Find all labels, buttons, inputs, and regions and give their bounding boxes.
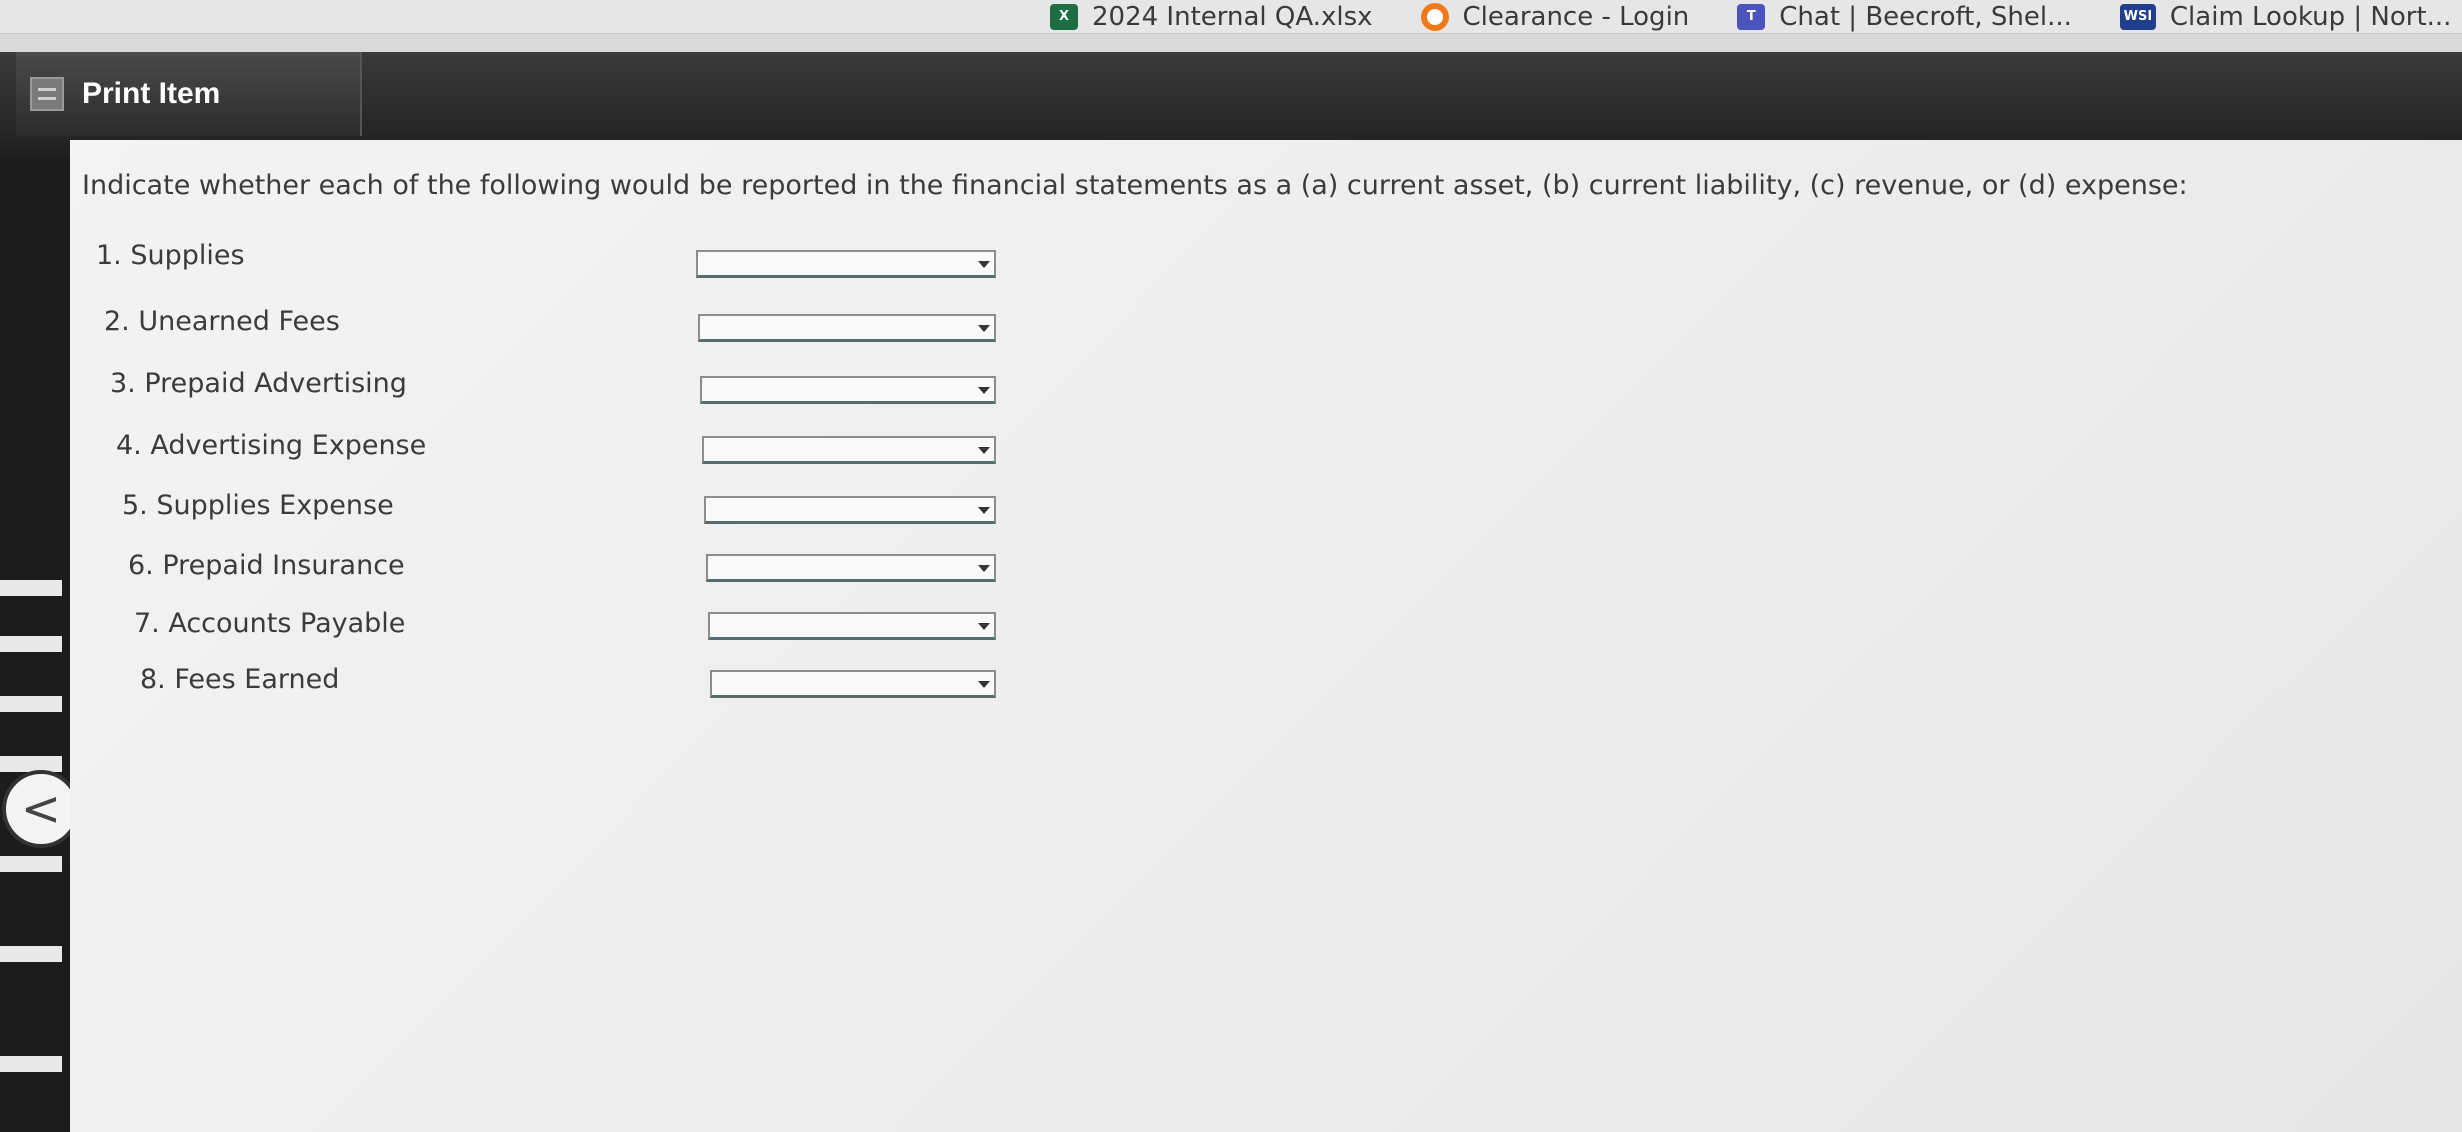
teams-icon: T xyxy=(1737,3,1766,30)
item-label: 3. Prepaid Advertising xyxy=(110,368,407,399)
item-label: 2. Unearned Fees xyxy=(104,306,340,337)
item-label: 8. Fees Earned xyxy=(140,664,340,695)
sidebar-divider xyxy=(0,856,62,872)
answer-dropdown-5[interactable] xyxy=(704,496,996,524)
answer-dropdown-2[interactable] xyxy=(698,314,996,342)
bookmark-label: 2024 Internal QA.xlsx xyxy=(1092,1,1373,32)
sidebar-divider xyxy=(0,756,62,772)
answer-dropdown-8[interactable] xyxy=(710,670,996,698)
question-item: 8. Fees Earned xyxy=(140,664,339,695)
bookmark-claim-lookup[interactable]: WSI Claim Lookup | Nort... xyxy=(2119,1,2452,32)
left-sidebar xyxy=(0,156,70,1132)
answer-dropdown-7[interactable] xyxy=(708,612,996,640)
sidebar-divider xyxy=(0,580,62,596)
dropdown-arrow-icon xyxy=(978,387,990,394)
question-item: 7. Accounts Payable xyxy=(134,608,405,639)
item-label: 5. Supplies Expense xyxy=(122,490,394,521)
bookmark-internal-qa[interactable]: X 2024 Internal QA.xlsx xyxy=(1050,2,1373,32)
sidebar-divider xyxy=(0,1056,62,1072)
wsi-icon: WSI xyxy=(2119,3,2156,30)
excel-icon: X xyxy=(1050,3,1078,30)
question-instructions: Indicate whether each of the following w… xyxy=(82,170,2188,201)
dropdown-arrow-icon xyxy=(978,681,990,688)
question-item: 4. Advertising Expense xyxy=(116,430,426,461)
bookmark-label: Chat | Beecroft, Shel... xyxy=(1779,1,2072,32)
sidebar-divider xyxy=(0,696,62,712)
back-button[interactable]: < xyxy=(2,770,80,848)
sidebar-divider xyxy=(0,636,62,652)
bookmarks-bar: X 2024 Internal QA.xlsx Clearance - Logi… xyxy=(0,0,2462,34)
question-item: 6. Prepaid Insurance xyxy=(128,550,405,581)
item-label: 4. Advertising Expense xyxy=(116,430,427,461)
dropdown-arrow-icon xyxy=(978,565,990,572)
question-item: 2. Unearned Fees xyxy=(104,306,340,337)
question-item: 1. Supplies xyxy=(96,240,245,271)
bookmark-label: Claim Lookup | Nort... xyxy=(2169,1,2452,32)
answer-dropdown-3[interactable] xyxy=(700,376,996,404)
bookmark-chat-beecroft[interactable]: T Chat | Beecroft, Shel... xyxy=(1737,2,2072,32)
answer-dropdown-6[interactable] xyxy=(706,554,996,582)
sidebar-divider xyxy=(0,946,62,962)
item-label: 6. Prepaid Insurance xyxy=(128,550,405,581)
question-item: 3. Prepaid Advertising xyxy=(110,368,407,399)
question-panel: Indicate whether each of the following w… xyxy=(70,140,2462,1132)
dropdown-arrow-icon xyxy=(978,623,990,630)
chevron-left-icon: < xyxy=(20,781,62,837)
bookmark-label: Clearance - Login xyxy=(1462,1,1690,32)
clearance-icon xyxy=(1420,2,1449,31)
answer-dropdown-1[interactable] xyxy=(696,250,996,278)
dropdown-arrow-icon xyxy=(978,325,990,332)
bookmark-clearance-login[interactable]: Clearance - Login xyxy=(1420,1,1690,32)
page-title: Print Item xyxy=(82,77,221,110)
item-label: 7. Accounts Payable xyxy=(134,608,406,639)
print-item-tab[interactable]: Print Item xyxy=(16,52,362,136)
print-icon xyxy=(30,77,64,111)
item-label: 1. Supplies xyxy=(96,240,245,271)
answer-dropdown-4[interactable] xyxy=(702,436,996,464)
dropdown-arrow-icon xyxy=(978,261,990,268)
question-item: 5. Supplies Expense xyxy=(122,490,394,521)
dropdown-arrow-icon xyxy=(978,507,990,514)
dropdown-arrow-icon xyxy=(978,447,990,454)
